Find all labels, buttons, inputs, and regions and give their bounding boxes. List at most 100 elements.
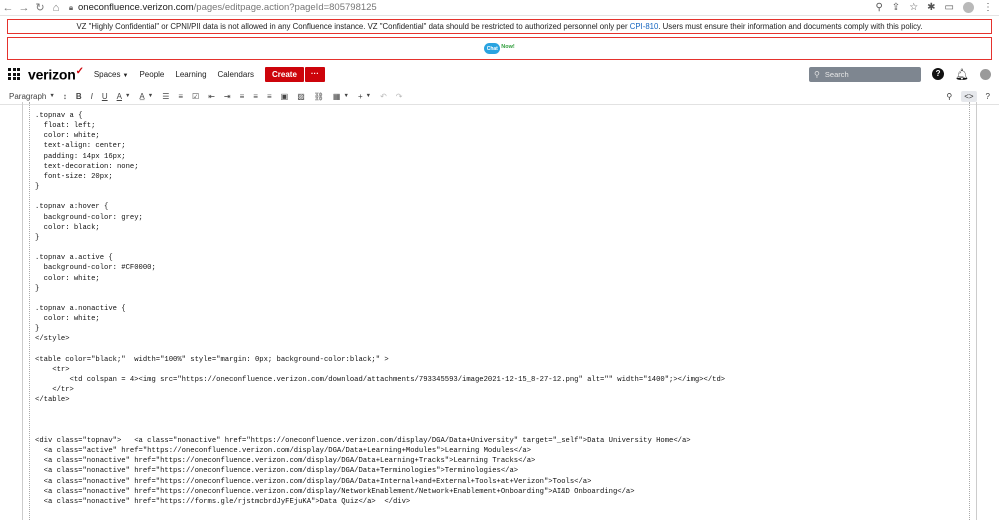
code-line[interactable]: color: white; bbox=[35, 274, 725, 284]
table-icon[interactable]: ▦ ▼ bbox=[333, 92, 349, 101]
lock-icon[interactable]: 🔒︎ bbox=[64, 3, 78, 13]
search-input[interactable]: ⚲ Search bbox=[809, 66, 922, 82]
text-color-icon[interactable]: A ▼ bbox=[117, 92, 131, 101]
bold-icon[interactable]: B bbox=[76, 92, 82, 101]
code-line[interactable]: font-size: 20px; bbox=[35, 172, 725, 182]
help-icon[interactable]: ? bbox=[932, 68, 945, 80]
code-line[interactable]: color: black; bbox=[35, 223, 725, 233]
app-grid-icon[interactable] bbox=[8, 68, 20, 80]
code-line[interactable]: <table color="black;" width="100%" style… bbox=[35, 355, 725, 365]
find-icon[interactable]: ⚲ bbox=[946, 92, 952, 101]
link-icon[interactable]: ⛓ bbox=[314, 92, 324, 101]
nav-people[interactable]: People bbox=[139, 70, 164, 79]
verizon-logo[interactable]: verizon✓ bbox=[28, 66, 84, 83]
share-icon[interactable]: ⇪ bbox=[892, 2, 900, 13]
home-icon[interactable]: ⌂ bbox=[48, 0, 64, 16]
code-line[interactable]: <div class="topnav"> <a class="nonactive… bbox=[35, 436, 725, 446]
policy-link[interactable]: CPI-810 bbox=[630, 22, 659, 31]
code-line[interactable]: text-align: center; bbox=[35, 141, 725, 151]
bullet-list-icon[interactable]: ☰ bbox=[162, 92, 169, 101]
outdent-icon[interactable]: ⇤ bbox=[208, 92, 215, 101]
profile-avatar-icon[interactable] bbox=[963, 2, 974, 13]
logo-text: verizon bbox=[28, 66, 76, 83]
align-left-icon[interactable]: ≡ bbox=[240, 92, 245, 101]
code-line[interactable] bbox=[35, 345, 725, 355]
code-line[interactable]: <a class="nonactive" href="https://oneco… bbox=[35, 466, 725, 476]
code-line[interactable]: <a class="nonactive" href="https://oneco… bbox=[35, 487, 725, 497]
code-line[interactable]: .topnav a:hover { bbox=[35, 202, 725, 212]
code-block[interactable]: .topnav a { float: left; color: white; t… bbox=[35, 111, 725, 507]
code-line[interactable]: } bbox=[35, 324, 725, 334]
nav-learning[interactable]: Learning bbox=[175, 70, 206, 79]
underline-icon[interactable]: U bbox=[102, 92, 108, 101]
code-line[interactable]: <a class="nonactive" href="https://forms… bbox=[35, 497, 725, 507]
sidebar-icon[interactable]: ▭ bbox=[945, 2, 954, 13]
code-line[interactable]: } bbox=[35, 233, 725, 243]
bookmark-star-icon[interactable]: ☆ bbox=[909, 2, 918, 13]
paragraph-style-select[interactable]: Paragraph ▼ bbox=[9, 92, 55, 101]
code-line[interactable]: <td colspan = 4><img src="https://onecon… bbox=[35, 375, 726, 385]
code-line[interactable] bbox=[35, 416, 725, 426]
line-spacing-icon[interactable]: ↕ bbox=[63, 92, 67, 101]
app-header: verizon✓ Spaces ▼ People Learning Calenda… bbox=[0, 63, 999, 85]
more-formatting-icon[interactable]: A̲ ▼ bbox=[139, 92, 153, 101]
chat-now-button[interactable]: Chat bbox=[484, 43, 501, 54]
code-line[interactable]: <a class="active" href="https://oneconfl… bbox=[35, 446, 725, 456]
chevron-down-icon: ▼ bbox=[122, 72, 129, 79]
code-line[interactable] bbox=[35, 294, 725, 304]
redo-icon[interactable]: ↷ bbox=[396, 92, 403, 101]
bell-icon[interactable]: 🔔︎ bbox=[955, 68, 969, 81]
chat-now-label[interactable]: Now! bbox=[501, 44, 514, 50]
insert-more-icon[interactable]: + ▼ bbox=[358, 92, 371, 101]
code-line[interactable]: } bbox=[35, 284, 725, 294]
forward-arrow-icon[interactable]: → bbox=[16, 0, 32, 16]
align-center-icon[interactable]: ≡ bbox=[253, 92, 258, 101]
create-more-button[interactable]: ··· bbox=[304, 66, 325, 82]
kebab-menu-icon[interactable]: ⋮ bbox=[983, 2, 993, 13]
puzzle-icon[interactable]: ✱ bbox=[927, 2, 935, 13]
code-line[interactable]: <tr> bbox=[35, 365, 725, 375]
task-list-icon[interactable]: ☑ bbox=[192, 92, 199, 101]
code-line[interactable]: </table> bbox=[35, 395, 725, 405]
nav-spaces[interactable]: Spaces ▼ bbox=[94, 70, 129, 79]
italic-icon[interactable]: I bbox=[91, 92, 93, 101]
code-line[interactable]: <a class="nonactive" href="https://oneco… bbox=[35, 477, 725, 487]
indent-icon[interactable]: ⇥ bbox=[224, 92, 231, 101]
numbered-list-icon[interactable]: ≡ bbox=[178, 92, 183, 101]
code-line[interactable]: <a class="nonactive" href="https://oneco… bbox=[35, 456, 725, 466]
code-line[interactable]: .topnav a.active { bbox=[35, 253, 725, 263]
code-line[interactable]: color: white; bbox=[35, 314, 725, 324]
code-line[interactable]: .topnav a { bbox=[35, 111, 725, 121]
back-arrow-icon[interactable]: ← bbox=[0, 0, 16, 16]
zoom-icon[interactable]: ⚲ bbox=[875, 2, 882, 13]
policy-text-end: . Users must ensure their information an… bbox=[658, 22, 923, 31]
code-line[interactable]: .topnav a.nonactive { bbox=[35, 304, 725, 314]
code-line[interactable] bbox=[35, 192, 725, 202]
code-line[interactable] bbox=[35, 243, 725, 253]
code-line[interactable]: padding: 14px 16px; bbox=[35, 152, 725, 162]
image-icon[interactable]: ▨ bbox=[297, 92, 305, 101]
reload-icon[interactable]: ↻ bbox=[32, 0, 48, 16]
editor-body[interactable]: .topnav a { float: left; color: white; t… bbox=[22, 102, 977, 520]
code-line[interactable]: color: white; bbox=[35, 131, 725, 141]
avatar[interactable] bbox=[980, 68, 991, 80]
source-code-icon[interactable]: <> bbox=[961, 90, 977, 102]
code-line[interactable]: text-decoration: none; bbox=[35, 162, 725, 172]
address-bar[interactable]: oneconfluence.verizon.com/pages/editpage… bbox=[78, 2, 377, 13]
align-right-icon[interactable]: ≡ bbox=[267, 92, 272, 101]
help-icon[interactable]: ? bbox=[986, 92, 990, 101]
code-line[interactable]: </tr> bbox=[35, 385, 725, 395]
code-line[interactable] bbox=[35, 426, 725, 436]
code-line[interactable]: background-color: #CF0000; bbox=[35, 263, 725, 273]
undo-icon[interactable]: ↶ bbox=[380, 92, 387, 101]
url-host: oneconfluence.verizon.com bbox=[78, 2, 194, 13]
code-line[interactable]: } bbox=[35, 182, 725, 192]
create-button[interactable]: Create bbox=[264, 66, 304, 82]
code-line[interactable] bbox=[35, 406, 725, 416]
page-layout-icon[interactable]: ▣ bbox=[281, 92, 289, 101]
nav-calendars[interactable]: Calendars bbox=[218, 70, 254, 79]
editor-content-area[interactable]: .topnav a { float: left; color: white; t… bbox=[29, 102, 970, 520]
code-line[interactable]: </style> bbox=[35, 334, 725, 344]
code-line[interactable]: background-color: grey; bbox=[35, 213, 725, 223]
code-line[interactable]: float: left; bbox=[35, 121, 725, 131]
